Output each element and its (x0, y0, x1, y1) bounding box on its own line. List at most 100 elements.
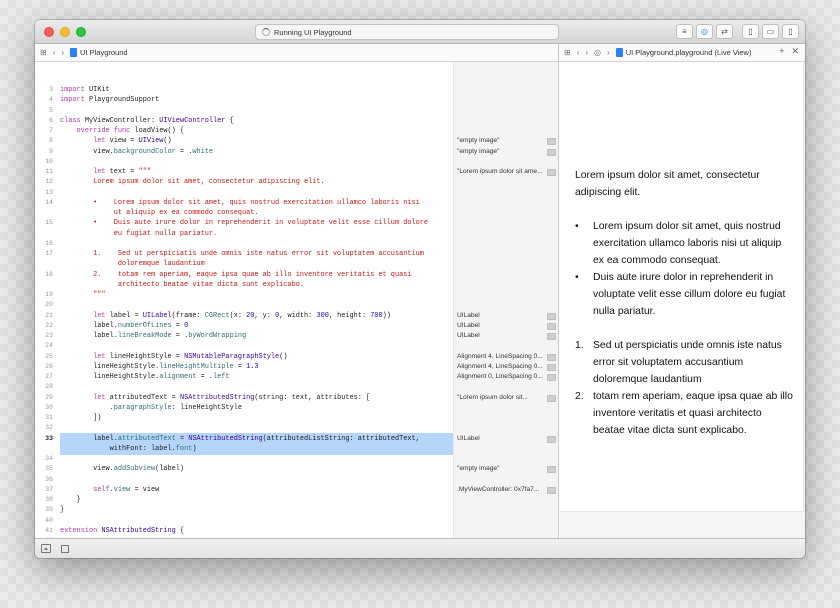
code-line[interactable]: """ (60, 291, 105, 299)
code-line[interactable]: label.attributedText = NSAttributedStrin… (60, 435, 420, 443)
line-number: 22 (45, 321, 53, 329)
quick-look-icon[interactable] (547, 169, 556, 176)
code-line[interactable]: doloremque laudantium (60, 260, 205, 268)
live-view-file[interactable]: UI Playground.playground (Live View) (615, 48, 751, 57)
code-line[interactable]: 2. totam rem aperiam, eaque ipsa quae ab… (60, 271, 411, 279)
quick-look-icon[interactable] (547, 394, 556, 402)
number-marker: 2. (575, 391, 584, 402)
line-number: 40 (45, 516, 53, 524)
inspector-toggle-icon: ▯ (788, 27, 793, 36)
code-line[interactable]: import PlaygroundSupport (60, 96, 159, 104)
code-line[interactable]: ]) (60, 414, 101, 422)
debug-area-toggle-button[interactable]: ▭ (762, 24, 779, 39)
code-line[interactable]: lineHeightStyle.lineHeightMultiple = 1.3 (60, 363, 258, 371)
back-icon[interactable]: ‹ (53, 48, 56, 57)
bullet-marker: • (575, 272, 579, 283)
quick-look-icon[interactable] (547, 486, 556, 494)
editor-version-icon: ⇄ (721, 27, 728, 36)
quick-look-icon[interactable] (547, 466, 556, 474)
minimize-window-button[interactable] (60, 27, 70, 37)
show-debug-area-icon[interactable] (41, 544, 51, 553)
code-line[interactable]: Lorem ipsum dolor sit amet, consectetur … (60, 178, 325, 186)
line-number: 13 (45, 188, 53, 196)
code-line[interactable]: view.backgroundColor = .white (60, 148, 213, 156)
forward-icon[interactable]: › (61, 48, 64, 57)
code-line[interactable]: import UIKit (60, 86, 110, 94)
number-marker: 1. (575, 340, 584, 351)
quick-look-icon[interactable] (547, 138, 556, 146)
code-line[interactable]: override func loadView() { (60, 127, 185, 135)
close-editor-icon[interactable]: ✕ (791, 46, 799, 57)
code-line[interactable]: label.lineBreakMode = .byWordWrapping (60, 332, 246, 340)
code-line[interactable]: architecto beatae vitae dicta sunt expli… (60, 281, 304, 289)
line-number: 39 (45, 506, 53, 514)
code-line[interactable]: • Duis aute irure dolor in reprehenderit… (60, 219, 428, 227)
jump-bar-file-label: UI Playground (80, 48, 128, 57)
code-line[interactable]: label.numberOfLines = 0 (60, 322, 188, 330)
code-line[interactable]: self.view = view (60, 486, 159, 494)
editor-assistant-button[interactable]: ◎ (696, 24, 713, 39)
quick-look-icon[interactable] (547, 363, 556, 371)
add-editor-icon[interactable]: + (779, 46, 784, 57)
quick-look-icon[interactable] (547, 333, 556, 340)
forward-icon[interactable]: › (585, 48, 588, 57)
line-number: 27 (45, 373, 53, 380)
code-line[interactable]: let label = UILabel(frame: CGRect(x: 20,… (60, 312, 391, 320)
related-items-icon[interactable]: ⊞ (40, 48, 47, 57)
quick-look-icon[interactable] (547, 353, 556, 361)
editor-version-button[interactable]: ⇄ (716, 24, 733, 39)
result-value: Alignment 4, LineSpacing 0... (457, 362, 543, 370)
close-window-button[interactable] (44, 27, 54, 37)
code-line[interactable]: • Lorem ipsum dolor sit amet, quis nostr… (60, 199, 420, 207)
assistant-mode-icon[interactable]: ◎ (594, 48, 601, 57)
zoom-window-button[interactable] (76, 27, 86, 37)
jump-bar-file[interactable]: UI Playground (70, 48, 128, 57)
code-line[interactable]: ut aliquip ex ea commodo consequat. (60, 209, 259, 217)
debug-bar (35, 538, 805, 558)
live-bullet-text: Lorem ipsum dolor sit amet, quis nostrud… (593, 221, 782, 266)
code-line[interactable]: } (60, 506, 64, 514)
code-line[interactable]: lineHeightStyle.alignment = .left (60, 373, 229, 381)
quick-look-icon[interactable] (547, 148, 556, 156)
code-line[interactable]: 1. Sed ut perspiciatis unde omnis iste n… (60, 250, 424, 258)
line-number: 34 (45, 455, 53, 462)
code-line[interactable]: eu fugiat nulla pariatur. (60, 230, 217, 238)
code-line[interactable]: let attributedText = NSAttributedString(… (60, 394, 370, 402)
editor-standard-button[interactable]: ≡ (676, 24, 693, 39)
line-number: 7 (49, 127, 53, 134)
jump-bar-left: ⊞ ‹ › UI Playground (35, 44, 559, 62)
code-line[interactable]: .paragraphStyle: lineHeightStyle (60, 404, 242, 412)
code-line[interactable]: class MyViewController: UIViewController… (60, 117, 234, 125)
result-value: Alignment 4, LineSpacing 0... (457, 352, 543, 360)
chevron-right-icon: › (607, 48, 610, 57)
result-value: "empty image" (457, 137, 500, 145)
code-line[interactable]: let view = UIView() (60, 137, 172, 145)
result-value: "Lorem ipsum dolor sit... (457, 393, 528, 401)
source-editor[interactable]: 3 import UIKit 4 import PlaygroundSupport 5 6… (35, 62, 559, 538)
code-line[interactable]: extension NSAttributedString { (60, 527, 184, 535)
quick-look-icon[interactable] (547, 322, 556, 330)
activity-viewer: Running UI Playground (255, 24, 559, 40)
stop-playground-icon[interactable] (61, 544, 69, 553)
related-items-icon[interactable]: ⊞ (564, 48, 571, 57)
editor-toolbar: ≡ ◎ ⇄ ▯ ▭ ▯ (676, 24, 799, 39)
quick-look-icon[interactable] (547, 374, 556, 381)
code-line[interactable]: let text = """ (60, 168, 151, 176)
quick-look-icon[interactable] (547, 435, 556, 443)
code-line[interactable]: let lineHeightStyle = NSMutableParagraph… (60, 353, 287, 361)
quick-look-icon[interactable] (547, 312, 556, 320)
xcode-playground-window: Running UI Playground ≡ ◎ ⇄ ▯ ▭ ▯ ⊞ ‹ › … (35, 20, 805, 558)
line-number: 25 (45, 352, 53, 360)
code-line[interactable]: withFont: label.font) (60, 445, 197, 453)
line-number: 30 (45, 403, 53, 411)
navigator-toggle-button[interactable]: ▯ (742, 24, 759, 39)
window-controls (44, 27, 86, 37)
code-line[interactable]: view.addSubview(label) (60, 465, 184, 473)
live-view-pane: Lorem ipsum dolor sit amet, consectetur … (560, 62, 805, 538)
code-line[interactable]: } (60, 496, 81, 504)
back-icon[interactable]: ‹ (577, 48, 580, 57)
line-number: 16 (45, 239, 53, 247)
line-number: 6 (49, 116, 53, 124)
line-number: 21 (45, 311, 53, 319)
inspector-toggle-button[interactable]: ▯ (782, 24, 799, 39)
